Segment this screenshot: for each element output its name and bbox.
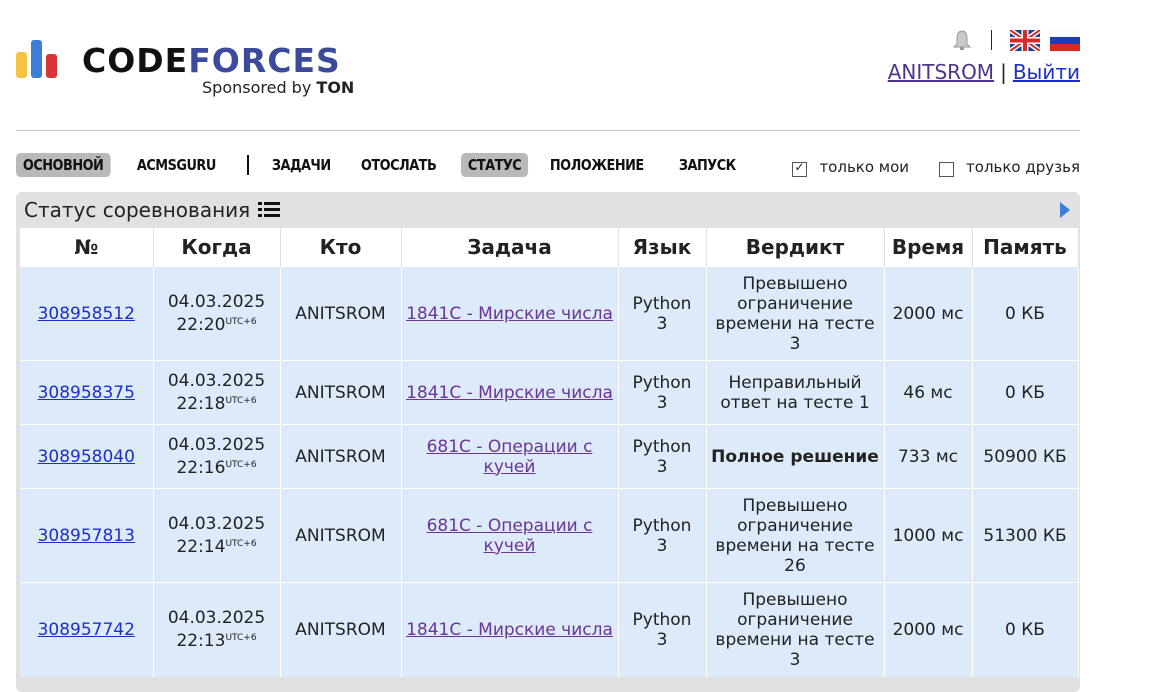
nav-main[interactable]: ОСНОВНОЙ [16, 153, 111, 177]
submission-language: Python 3 [618, 266, 707, 361]
col-when: Когда [153, 228, 281, 267]
only-mine-checkbox[interactable] [792, 160, 808, 177]
problem-link[interactable]: 681C - Операции с кучей [427, 516, 593, 556]
run-time: 2000 мс [884, 582, 973, 677]
divider [991, 30, 992, 50]
problem-link[interactable]: 1841C - Мирские числа [406, 620, 613, 640]
nav-acmsguru[interactable]: ACMSGURU [130, 153, 223, 177]
table-row: 308958375 04.03.2025 22:18UTC+6 ANITSROM … [20, 360, 1079, 425]
memory-used: 0 КБ [972, 360, 1079, 425]
submission-language: Python 3 [618, 424, 707, 489]
memory-used: 0 КБ [972, 582, 1079, 677]
profile-link[interactable]: ANITSROM [888, 60, 994, 84]
logo-bars-icon [16, 38, 68, 78]
nav-problems[interactable]: ЗАДАЧИ [265, 153, 338, 177]
memory-used: 51300 КБ [972, 488, 1079, 583]
run-time: 1000 мс [884, 488, 973, 583]
verdict[interactable]: Полное решение [706, 424, 885, 489]
flag-uk-icon[interactable] [1010, 29, 1040, 51]
table-row: 308957742 04.03.2025 22:13UTC+6 ANITSROM … [20, 582, 1079, 677]
table-row: 308958040 04.03.2025 22:16UTC+6 ANITSROM … [20, 424, 1079, 489]
submission-language: Python 3 [618, 360, 707, 425]
logout-link[interactable]: Выйти [1013, 60, 1080, 84]
submission-when: 04.03.2025 22:20UTC+6 [153, 266, 281, 361]
verdict[interactable]: Превышено ограничение времени на тесте 2… [706, 488, 885, 583]
panel-title: Статус соревнования [24, 198, 281, 222]
verdict[interactable]: Неправильный ответ на тесте 1 [706, 360, 885, 425]
codeforces-logo[interactable]: CODEFORCES Sponsored by TON [16, 38, 366, 100]
filter-only-friends[interactable]: только друзья [939, 158, 1080, 177]
nav-standings[interactable]: ПОЛОЖЕНИЕ [543, 153, 651, 177]
only-friends-checkbox[interactable] [939, 161, 955, 177]
verdict[interactable]: Превышено ограничение времени на тесте 3 [706, 266, 885, 361]
main-menu: ОСНОВНОЙ ACMSGURU ЗАДАЧИ ОТОСЛАТЬ СТАТУС… [16, 152, 759, 178]
table-row: 308957813 04.03.2025 22:14UTC+6 ANITSROM … [20, 488, 1079, 583]
col-language: Язык [618, 228, 707, 267]
memory-used: 50900 КБ [972, 424, 1079, 489]
submission-author[interactable]: ANITSROM [280, 582, 402, 677]
submission-when: 04.03.2025 22:16UTC+6 [153, 424, 281, 489]
flag-ru-icon[interactable] [1050, 29, 1080, 51]
status-filters: только мои только друзья [762, 158, 1080, 177]
submission-id-link[interactable]: 308957813 [38, 526, 135, 546]
only-mine-label: только мои [819, 158, 910, 176]
user-area: ANITSROM | Выйти [860, 26, 1080, 86]
run-time: 46 мс [884, 360, 973, 425]
run-time: 733 мс [884, 424, 973, 489]
nav-status[interactable]: СТАТУС [461, 153, 529, 177]
submission-author[interactable]: ANITSROM [280, 424, 402, 489]
table-header: № Когда Кто Задача Язык Вердикт Время Па… [20, 228, 1079, 267]
submission-when: 04.03.2025 22:18UTC+6 [153, 360, 281, 425]
problem-link[interactable]: 1841C - Мирские числа [406, 304, 613, 324]
submission-author[interactable]: ANITSROM [280, 266, 402, 361]
brand-name: CODEFORCES [82, 41, 341, 80]
submission-language: Python 3 [618, 488, 707, 583]
header-divider [16, 130, 1080, 131]
col-time: Время [884, 228, 973, 267]
separator: | [1000, 60, 1007, 84]
verdict[interactable]: Превышено ограничение времени на тесте 3 [706, 582, 885, 677]
filter-only-mine[interactable]: только мои [792, 158, 910, 177]
nav-submit[interactable]: ОТОСЛАТЬ [354, 153, 443, 177]
user-links: ANITSROM | Выйти [888, 60, 1080, 84]
submission-when: 04.03.2025 22:14UTC+6 [153, 488, 281, 583]
memory-used: 0 КБ [972, 266, 1079, 361]
submission-author[interactable]: ANITSROM [280, 488, 402, 583]
sponsor-line: Sponsored by TON [202, 78, 355, 97]
submission-language: Python 3 [618, 582, 707, 677]
problem-link[interactable]: 681C - Операции с кучей [427, 437, 593, 477]
submission-id-link[interactable]: 308958512 [38, 304, 135, 324]
expand-arrow-icon[interactable] [1060, 202, 1070, 218]
col-verdict: Вердикт [706, 228, 885, 267]
nav-custom-invocation[interactable]: ЗАПУСК [672, 153, 743, 177]
problem-link[interactable]: 1841C - Мирские числа [406, 383, 613, 403]
submission-when: 04.03.2025 22:13UTC+6 [153, 582, 281, 677]
col-who: Кто [280, 228, 402, 267]
status-table: № Когда Кто Задача Язык Вердикт Время Па… [20, 228, 1079, 677]
col-memory: Память [972, 228, 1079, 267]
col-number: № [20, 228, 154, 267]
submission-id-link[interactable]: 308958375 [38, 383, 135, 403]
table-row: 308958512 04.03.2025 22:20UTC+6 ANITSROM … [20, 266, 1079, 361]
submission-author[interactable]: ANITSROM [280, 360, 402, 425]
submission-id-link[interactable]: 308958040 [38, 447, 135, 467]
bell-icon[interactable] [951, 28, 973, 52]
nav-separator [247, 155, 250, 175]
only-friends-label: только друзья [966, 158, 1080, 176]
col-problem: Задача [401, 228, 619, 267]
run-time: 2000 мс [884, 266, 973, 361]
list-icon[interactable] [258, 201, 281, 219]
submission-id-link[interactable]: 308957742 [38, 620, 135, 640]
